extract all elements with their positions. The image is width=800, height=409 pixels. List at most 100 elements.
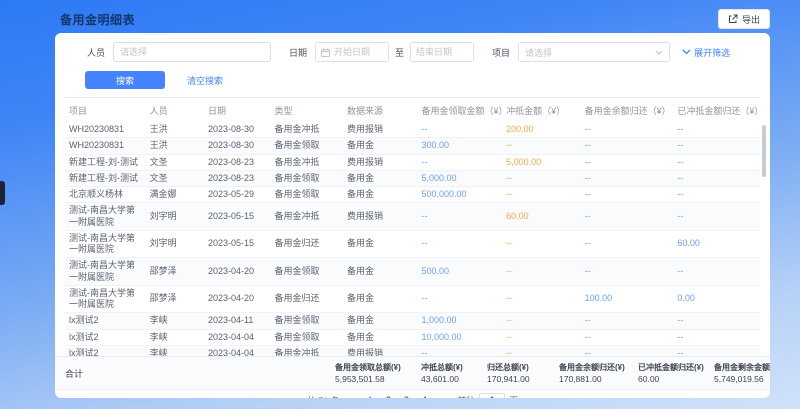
table-scrollbar-thumb[interactable] — [762, 125, 766, 177]
table-cell: -- — [581, 329, 674, 345]
table-cell: -- — [673, 122, 760, 138]
table-cell: 2023-08-23 — [204, 154, 270, 170]
summary-stat: 已冲抵金额归还(¥)60.00 — [638, 362, 710, 384]
summary-stat-label: 归还总额(¥) — [487, 362, 555, 373]
table-cell: -- — [418, 345, 503, 356]
table-cell: -- — [502, 230, 581, 258]
table-cell: -- — [581, 187, 674, 203]
table-cell: -- — [673, 329, 760, 345]
start-date-field[interactable] — [334, 47, 383, 57]
table-cell: 2023-08-23 — [204, 170, 270, 186]
table-cell: -- — [673, 258, 760, 286]
table-cell: 备用金冲抵 — [270, 345, 343, 356]
prev-page-button[interactable]: ‹ — [351, 395, 358, 399]
summary-stat-value: 60.00 — [638, 374, 710, 384]
table-cell: 备用金 — [343, 187, 418, 203]
data-table: 项目 人员 日期 类型 数据来源 备用金领取金额（¥） 冲抵金额（¥） 备用金余… — [65, 97, 760, 356]
table-cell: 备用金领取 — [270, 170, 343, 186]
col-header-received: 备用金领取金额（¥） — [418, 98, 503, 123]
person-select-input[interactable] — [113, 42, 271, 62]
table-cell: 费用报销 — [343, 203, 418, 231]
table-cell: 2023-04-11 — [204, 313, 270, 329]
goto-page-input[interactable] — [479, 393, 505, 399]
table-cell: 2023-04-04 — [204, 345, 270, 356]
table-row: WH20230831王洪2023-08-30备用金冲抵费用报销--200.00-… — [65, 122, 760, 138]
expand-filters-label: 展开筛选 — [694, 46, 730, 59]
table-row: 测试-南昌大学第一附属医院邵梦泽2023-04-20备用金领取备用金500.00… — [65, 258, 760, 286]
expand-filters-link[interactable]: 展开筛选 — [682, 46, 730, 59]
page-button-2[interactable]: 2 — [383, 395, 394, 398]
table-cell: 10,000.00 — [418, 329, 503, 345]
table-row: 测试-南昌大学第一附属医院刘宇明2023-05-15备用金归还备用金------… — [65, 230, 760, 258]
start-date-input[interactable] — [315, 42, 389, 62]
table-cell: 备用金 — [343, 138, 418, 154]
table-cell: 备用金 — [343, 170, 418, 186]
sidebar-toggle-handle[interactable] — [0, 181, 5, 205]
table-cell: 2023-08-30 — [204, 122, 270, 138]
clear-search-link[interactable]: 清空搜索 — [187, 74, 223, 87]
table-cell: 新建工程-刘-测试 — [65, 154, 146, 170]
table-cell: -- — [502, 170, 581, 186]
table-cell: 2023-05-15 — [204, 203, 270, 231]
table-cell: 满金娜 — [146, 187, 204, 203]
next-page-button[interactable]: › — [437, 395, 444, 399]
table-cell: -- — [502, 345, 581, 356]
table-cell: lx测试2 — [65, 345, 146, 356]
table-cell: 300.00 — [418, 138, 503, 154]
table-cell: -- — [581, 154, 674, 170]
table-cell: 备用金冲抵 — [270, 122, 343, 138]
table-cell: -- — [502, 258, 581, 286]
goto-label: 前往 — [457, 394, 475, 399]
summary-stat-value: 170,941.00 — [487, 374, 555, 384]
table-cell: 费用报销 — [343, 345, 418, 356]
table-cell: 李峡 — [146, 313, 204, 329]
summary-stat: 备用金领取总额(¥)5,953,501.58 — [335, 362, 417, 384]
table-row: 测试-南昌大学第一附属医院刘宇明2023-05-15备用金冲抵费用报销--60.… — [65, 203, 760, 231]
table-cell: -- — [581, 203, 674, 231]
summary-stat: 备用金余额归还(¥)170,881.00 — [559, 362, 634, 384]
table-cell: 0.00 — [673, 285, 760, 313]
end-date-field[interactable] — [416, 47, 468, 57]
chevron-down-icon — [682, 49, 691, 55]
table-cell: 1,000.00 — [418, 313, 503, 329]
main-panel: 人员 日期 至 项目 请选择 展开筛选 搜索 清空搜索 — [55, 33, 770, 398]
table-cell: 文圣 — [146, 170, 204, 186]
end-date-input[interactable] — [410, 42, 474, 62]
summary-stat: 备用金剩余金额(¥)5,749,019.56 — [714, 362, 770, 384]
table-cell: -- — [581, 138, 674, 154]
table-cell: -- — [673, 203, 760, 231]
col-header-offset-returned: 已冲抵金额归还（¥） — [673, 98, 760, 123]
search-button[interactable]: 搜索 — [85, 71, 165, 89]
table-cell: 邵梦泽 — [146, 258, 204, 286]
action-bar: 搜索 清空搜索 — [55, 71, 770, 89]
summary-stat-label: 已冲抵金额归还(¥) — [638, 362, 710, 373]
table-cell: 备用金领取 — [270, 187, 343, 203]
summary-stat-value: 5,953,501.58 — [335, 374, 417, 384]
goto-page-suffix: 页 — [509, 394, 518, 399]
table-cell: -- — [418, 122, 503, 138]
table-cell: lx测试2 — [65, 313, 146, 329]
col-header-type: 类型 — [270, 98, 343, 123]
summary-stat-label: 备用金余额归还(¥) — [559, 362, 634, 373]
table-cell: 2023-08-30 — [204, 138, 270, 154]
table-cell: lx测试2 — [65, 329, 146, 345]
table-cell: 备用金领取 — [270, 138, 343, 154]
table-cell: 2023-05-29 — [204, 187, 270, 203]
page-button-4[interactable]: 4 — [419, 395, 430, 398]
table-cell: 200.00 — [502, 122, 581, 138]
project-select[interactable]: 请选择 — [518, 42, 670, 62]
page-button-1[interactable]: 1 — [365, 395, 376, 398]
table-cell: 2023-04-20 — [204, 285, 270, 313]
table-row: 测试-南昌大学第一附属医院邵梦泽2023-04-20备用金归还备用金----10… — [65, 285, 760, 313]
table-cell: 备用金 — [343, 285, 418, 313]
table-row: lx测试2李峡2023-04-04备用金领取备用金10,000.00------ — [65, 329, 760, 345]
table-cell: -- — [418, 154, 503, 170]
summary-stat: 归还总额(¥)170,941.00 — [487, 362, 555, 384]
table-cell: -- — [673, 170, 760, 186]
page-button-3[interactable]: 3 — [401, 395, 412, 398]
table-cell: 王洪 — [146, 122, 204, 138]
table-cell: -- — [502, 285, 581, 313]
export-button[interactable]: 导出 — [718, 9, 770, 29]
table-cell: 2023-04-04 — [204, 329, 270, 345]
table-cell: -- — [581, 313, 674, 329]
